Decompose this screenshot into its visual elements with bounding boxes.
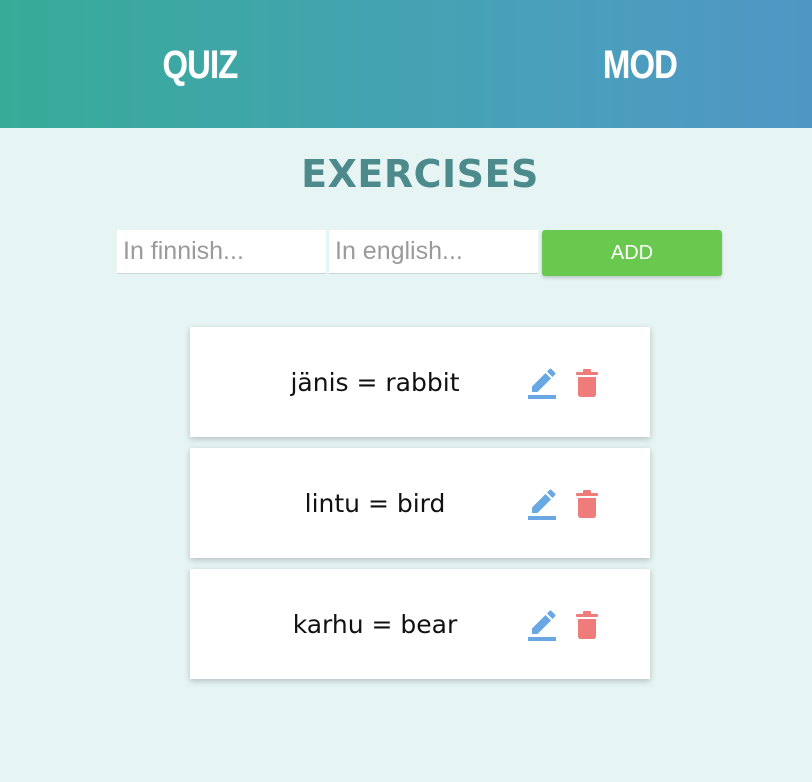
finnish-input[interactable]	[117, 230, 326, 274]
add-button[interactable]: ADD	[542, 230, 722, 276]
page-title: EXERCISES	[301, 152, 539, 196]
trash-icon[interactable]	[574, 367, 600, 401]
pencil-icon[interactable]	[526, 609, 558, 643]
exercise-card: karhu = bear	[190, 569, 650, 679]
trash-icon[interactable]	[574, 488, 600, 522]
pencil-icon[interactable]	[526, 367, 558, 401]
exercise-text: jänis = rabbit	[290, 368, 460, 397]
nav-quiz-link[interactable]: QUIZ	[159, 40, 241, 90]
trash-icon[interactable]	[574, 609, 600, 643]
top-nav-bar: QUIZ MOD	[0, 0, 812, 128]
nav-mod-link[interactable]: MOD	[599, 40, 681, 90]
exercise-text: karhu = bear	[292, 610, 458, 639]
english-input[interactable]	[329, 230, 538, 274]
exercise-card: lintu = bird	[190, 448, 650, 558]
pencil-icon[interactable]	[526, 488, 558, 522]
exercise-card: jänis = rabbit	[190, 327, 650, 437]
exercise-text: lintu = bird	[304, 489, 446, 518]
